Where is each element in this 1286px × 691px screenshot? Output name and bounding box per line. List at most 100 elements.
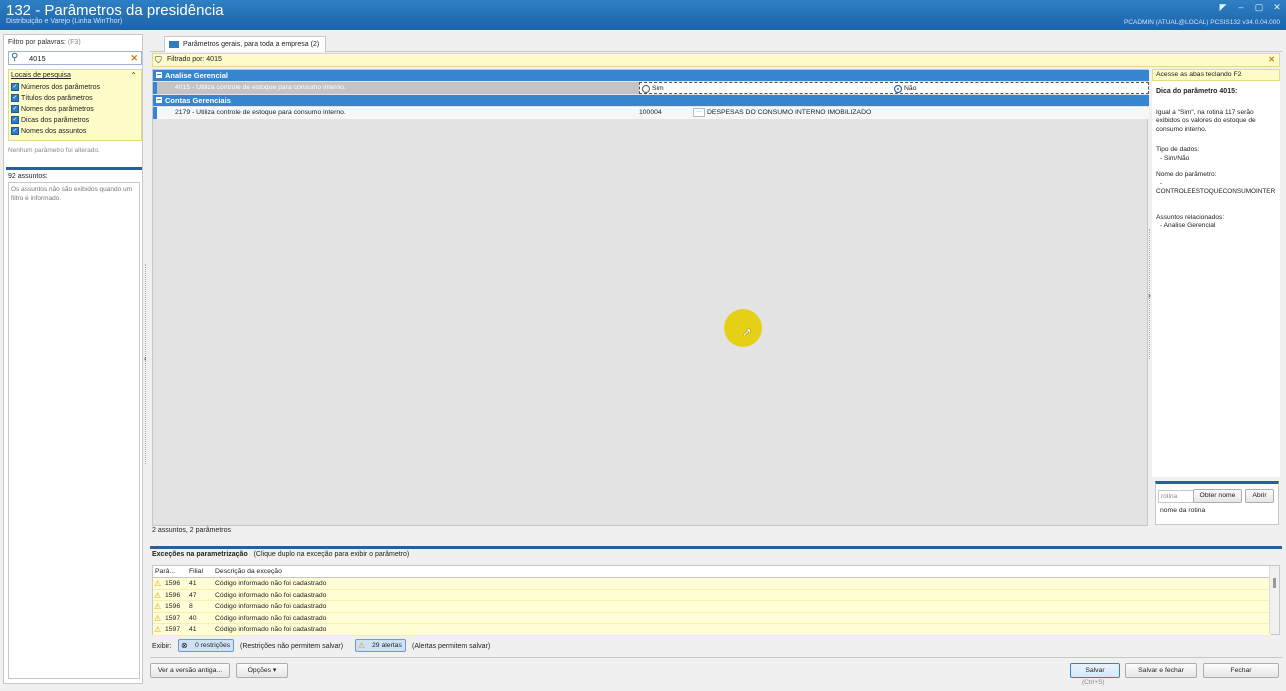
chevron-right-icon[interactable]: › — [1148, 291, 1151, 300]
no-change-message: Nenhum parâmetro foi alterado. — [8, 147, 100, 154]
alertas-toggle[interactable]: ⚠ 29 alertas — [355, 639, 406, 652]
filter-banner: ⛉ Filtrado por: 4015 ✕ — [152, 53, 1280, 67]
parameter-code[interactable]: 100004 — [639, 107, 662, 119]
tab-bar: Parâmetros gerais, para toda a empresa (… — [150, 34, 1282, 52]
restricoes-label: 0 restrições — [195, 642, 231, 649]
radio-unchecked-icon[interactable] — [642, 84, 650, 93]
table-row[interactable]: ⚠ 1596 47 Código informado não foi cadas… — [153, 589, 1271, 601]
parameter-description: 4015 - Utiliza controle de estoque para … — [175, 84, 346, 91]
exceptions-title-text: Exceções na parametrização — [152, 551, 248, 558]
column-header-descricao[interactable]: Descrição da exceção — [215, 566, 282, 578]
tip-panel: Acesse as abas teclando F2 Dica do parâm… — [1148, 69, 1280, 477]
opcoes-button[interactable]: Opções ▾ — [236, 663, 288, 678]
alertas-label: 29 alertas — [372, 642, 402, 649]
assuntos-divider — [6, 167, 142, 170]
table-row[interactable]: ⚠ 1597 40 Código informado não foi cadas… — [153, 612, 1271, 624]
restore-icon[interactable]: ◤ — [1218, 2, 1228, 13]
exceptions-header: Parâ... Filial Descrição da exceção — [153, 566, 1271, 578]
filter-shortcut: (F3) — [67, 39, 81, 46]
left-splitter[interactable]: ‹ — [144, 34, 150, 684]
abrir-button[interactable]: Abrir — [1245, 489, 1274, 503]
cell-filial: 8 — [189, 603, 193, 610]
tip-name-label: Nome do parâmetro: — [1156, 171, 1217, 178]
checkbox-dicas[interactable]: ✓ Dicas dos parâmetros — [11, 116, 89, 124]
exceptions-divider — [150, 546, 1282, 549]
tab-parametros-gerais[interactable]: Parâmetros gerais, para toda a empresa (… — [164, 36, 327, 52]
group-name: Analise Gerencial — [165, 71, 228, 80]
scrollbar-thumb[interactable] — [1273, 578, 1276, 588]
filter-label: Filtro por palavras: (F3) — [8, 39, 142, 46]
group-row-analise[interactable]: Analise Gerencial — [153, 70, 1149, 81]
rotina-box: rotina Obter nome Abrir nome da rotina — [1155, 481, 1279, 525]
ver-versao-antiga-button[interactable]: Ver a versão antiga... — [150, 663, 230, 678]
checkbox-assuntos[interactable]: ✓ Nomes dos assuntos — [11, 127, 86, 135]
exceptions-title: Exceções na parametrização (Clique duplo… — [152, 551, 409, 558]
collapse-group-icon[interactable] — [156, 72, 162, 78]
restricoes-toggle[interactable]: ⊗ 0 restrições — [178, 639, 235, 652]
exibir-label: Exibir: — [152, 643, 172, 650]
search-locations-title[interactable]: Locais de pesquisa — [11, 72, 71, 79]
search-input[interactable]: ⚲ 4015 ✕ — [8, 51, 142, 65]
parameter-row-4015[interactable]: 4015 - Utiliza controle de estoque para … — [153, 82, 1149, 94]
exceptions-scrollbar[interactable] — [1269, 566, 1279, 634]
maximize-button[interactable]: ▢ — [1254, 2, 1264, 13]
checkbox-icon[interactable]: ✓ — [11, 116, 19, 124]
checkbox-icon[interactable]: ✓ — [11, 94, 19, 102]
cell-descricao: Código informado não foi cadastrado — [215, 591, 327, 599]
table-row[interactable]: ⚠ 1596 41 Código informado não foi cadas… — [153, 578, 1271, 590]
group-row-contas[interactable]: Contas Gerenciais — [153, 95, 1149, 106]
collapse-icon[interactable]: ⌃ — [130, 71, 137, 80]
tip-related-value: - Analise Gerencial — [1160, 222, 1216, 229]
tip-type-value: - Sim/Não — [1160, 154, 1190, 162]
checkbox-icon[interactable]: ✓ — [11, 105, 19, 113]
filter-banner-text: Filtrado por: 4015 — [167, 56, 222, 63]
alertas-note: (Alertas permitem salvar) — [412, 643, 491, 650]
parameter-row-2179[interactable]: 2179 - Utiliza controle de estoque para … — [153, 107, 1149, 119]
clear-icon[interactable]: ✕ — [130, 53, 138, 64]
assuntos-list[interactable]: Os assuntos não são exibidos quando um f… — [8, 182, 140, 679]
fechar-button[interactable]: Fechar — [1203, 663, 1279, 678]
warning-icon: ⚠ — [154, 602, 162, 611]
column-header-param[interactable]: Parâ... — [155, 566, 175, 578]
parameters-grid[interactable]: Analise Gerencial 4015 - Utiliza control… — [152, 69, 1149, 526]
window-subtitle: Distribuição e Varejo (Linha WinThor) — [6, 18, 123, 25]
parameter-code-description: DESPESAS DO CONSUMO INTERNO IMOBILIZADO — [707, 109, 872, 116]
radio-nao-label: Não — [904, 85, 917, 92]
salvar-button[interactable]: Salvar — [1070, 663, 1120, 678]
radio-checked-icon[interactable] — [894, 84, 902, 93]
assuntos-count: 92 assuntos: — [8, 173, 48, 180]
checkbox-numeros[interactable]: ✓ Números dos parâmetros — [11, 83, 100, 91]
ellipsis-button[interactable]: ··· — [693, 108, 705, 117]
chevron-left-icon[interactable]: ‹ — [144, 354, 147, 363]
salvar-fechar-button[interactable]: Salvar e fechar — [1125, 663, 1197, 678]
checkbox-icon[interactable]: ✓ — [11, 127, 19, 135]
exceptions-table[interactable]: Parâ... Filial Descrição da exceção ⚠ 15… — [152, 565, 1280, 636]
radio-nao[interactable]: Não — [894, 84, 916, 93]
minimize-button[interactable]: – — [1236, 2, 1246, 13]
obter-nome-button[interactable]: Obter nome — [1193, 489, 1242, 503]
grid-status: 2 assuntos, 2 parâmetros — [152, 527, 231, 534]
table-row[interactable]: ⚠ 1597 41 Código informado não foi cadas… — [153, 624, 1271, 636]
radio-sim-label: Sim — [652, 85, 664, 92]
checkbox-titulos[interactable]: ✓ Títulos dos parâmetros — [11, 94, 93, 102]
cell-filial: 40 — [189, 614, 197, 622]
exceptions-hint: (Clique duplo na exceção para exibir o p… — [253, 551, 410, 558]
collapse-group-icon[interactable] — [156, 97, 162, 103]
checkbox-nomes[interactable]: ✓ Nomes dos parâmetros — [11, 105, 94, 113]
table-row[interactable]: ⚠ 1596 8 Código informado não foi cadast… — [153, 601, 1271, 613]
cell-descricao: Código informado não foi cadastrado — [215, 603, 327, 610]
tip-body: Igual a "Sim", na rotina 117 serão exibi… — [1156, 108, 1256, 133]
cell-filial: 41 — [189, 580, 197, 587]
parameter-value-cell[interactable]: Sim Não — [639, 82, 1149, 94]
splitter-handle[interactable] — [145, 264, 148, 464]
tab-label: Parâmetros gerais, para toda a empresa (… — [183, 41, 320, 48]
folder-icon — [169, 41, 179, 48]
column-header-filial[interactable]: Filial — [189, 566, 203, 578]
checkbox-icon[interactable]: ✓ — [11, 83, 19, 91]
close-filter-icon[interactable]: ✕ — [1268, 54, 1275, 66]
left-panel: Filtro por palavras: (F3) ⚲ 4015 ✕ Locai… — [3, 34, 143, 684]
cell-filial: 47 — [189, 591, 197, 599]
rotina-input[interactable]: rotina — [1158, 490, 1194, 503]
radio-sim[interactable]: Sim — [642, 84, 664, 93]
close-button[interactable]: ✕ — [1272, 2, 1282, 13]
